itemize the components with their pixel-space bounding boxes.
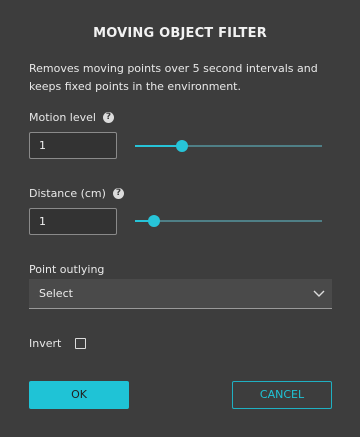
motion-level-label-row: Motion level ? [29, 111, 114, 124]
distance-label: Distance (cm) [29, 187, 106, 200]
invert-checkbox[interactable] [75, 338, 87, 349]
slider-track [135, 220, 322, 222]
motion-level-slider[interactable] [135, 140, 322, 152]
invert-row: Invert [29, 337, 87, 350]
slider-thumb[interactable] [147, 215, 160, 227]
dialog-description: Removes moving points over 5 second inte… [29, 62, 318, 93]
slider-fill [135, 145, 182, 147]
slider-thumb[interactable] [175, 140, 188, 152]
ok-button[interactable]: OK [29, 381, 129, 409]
invert-label: Invert [29, 337, 62, 350]
motion-level-input[interactable]: 1 [29, 132, 117, 159]
cancel-button[interactable]: CANCEL [232, 381, 332, 409]
question-circle-icon[interactable]: ? [112, 188, 124, 199]
moving-object-filter-dialog: MOVING OBJECT FILTER Removes moving poin… [0, 0, 360, 437]
motion-level-label: Motion level [29, 111, 96, 124]
point-outlying-selected-value: Select [39, 287, 73, 300]
dialog-title: MOVING OBJECT FILTER [93, 26, 267, 41]
point-outlying-select[interactable]: Select [29, 279, 332, 309]
distance-label-row: Distance (cm) ? [29, 187, 124, 200]
point-outlying-label: Point outlying [29, 263, 105, 276]
chevron-down-icon [313, 290, 325, 297]
distance-input[interactable]: 1 [29, 208, 117, 235]
distance-slider[interactable] [135, 215, 322, 227]
question-circle-icon[interactable]: ? [102, 112, 114, 123]
